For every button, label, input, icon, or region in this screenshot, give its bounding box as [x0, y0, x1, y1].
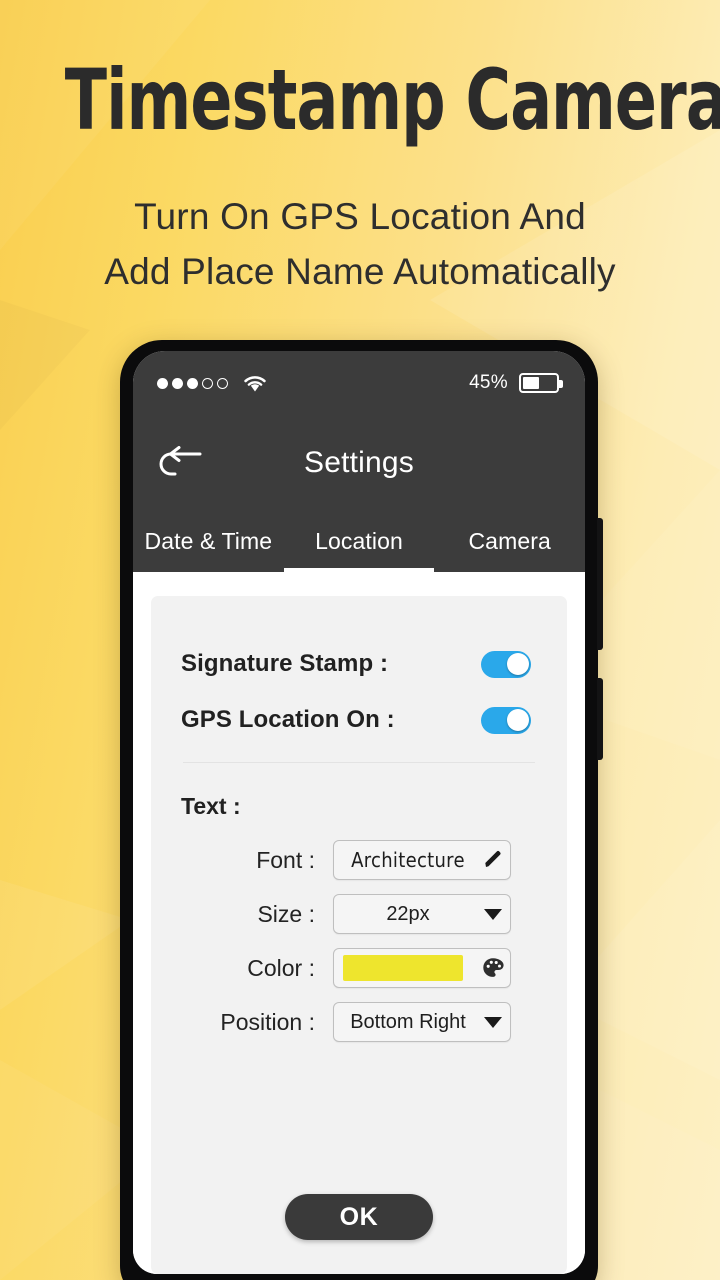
signal-strength-icon — [157, 377, 228, 389]
font-label: Font : — [256, 846, 315, 873]
size-dropdown[interactable]: 22px — [333, 894, 511, 934]
size-value: 22px — [386, 902, 430, 925]
tab-indicator — [133, 568, 284, 572]
battery-icon — [519, 373, 563, 393]
signature-stamp-label: Signature Stamp : — [181, 650, 389, 677]
row-gps-location: GPS Location On : — [181, 692, 537, 748]
chevron-down-icon — [476, 1016, 510, 1028]
gps-location-label: GPS Location On : — [181, 706, 395, 733]
phone-power-button[interactable] — [597, 678, 603, 760]
promo-subtitle-line-2: Add Place Name Automatically — [104, 251, 616, 292]
row-position: Position : Bottom Right — [181, 1002, 537, 1042]
tab-date-and-time[interactable]: Date & Time — [133, 510, 284, 572]
position-value: Bottom Right — [350, 1010, 466, 1033]
row-signature-stamp: Signature Stamp : — [181, 636, 537, 692]
font-picker[interactable]: Architecture — [333, 840, 511, 880]
settings-card: Signature Stamp : GPS Location On : Text… — [151, 596, 567, 1274]
row-font: Font : Architecture — [181, 840, 537, 880]
gps-location-toggle[interactable] — [481, 706, 531, 734]
row-color: Color : — [181, 948, 537, 988]
ok-button[interactable]: OK — [285, 1194, 433, 1240]
battery-percent-label: 45% — [469, 372, 508, 393]
text-section-label: Text : — [181, 793, 241, 819]
tab-label: Location — [315, 527, 403, 554]
app-bar: Settings — [133, 415, 585, 510]
phone-mockup: 45% Settings Date & Time Location Camera… — [120, 340, 603, 1280]
phone-volume-button[interactable] — [597, 518, 603, 650]
tab-indicator-active — [283, 568, 435, 572]
color-picker[interactable] — [333, 948, 511, 988]
tab-indicator — [434, 568, 585, 572]
page-title: Timestamp Camera — [64, 51, 720, 149]
position-dropdown[interactable]: Bottom Right — [333, 1002, 511, 1042]
promo-subtitle-line-1: Turn On GPS Location And — [134, 196, 586, 237]
row-size: Size : 22px — [181, 894, 537, 934]
size-label: Size : — [257, 900, 315, 927]
color-swatch[interactable] — [343, 955, 463, 981]
status-bar: 45% — [133, 351, 585, 415]
chevron-down-icon — [476, 908, 510, 920]
color-label: Color : — [247, 954, 315, 981]
wifi-icon — [244, 376, 266, 392]
settings-body: Signature Stamp : GPS Location On : Text… — [133, 572, 585, 1274]
phone-screen: 45% Settings Date & Time Location Camera… — [133, 351, 585, 1274]
ok-button-area: OK — [181, 1194, 537, 1274]
tab-label: Date & Time — [144, 527, 273, 554]
position-label: Position : — [220, 1008, 315, 1035]
promo-screenshot: Timestamp Camera Turn On GPS Location An… — [0, 0, 720, 1280]
tab-label: Camera — [468, 527, 551, 554]
tab-location[interactable]: Location — [283, 510, 435, 572]
tab-bar: Date & Time Location Camera — [133, 510, 585, 572]
tab-camera[interactable]: Camera — [434, 510, 585, 572]
section-divider — [183, 762, 535, 763]
signature-stamp-toggle[interactable] — [481, 650, 531, 678]
back-arrow-icon — [159, 445, 202, 475]
palette-icon — [476, 957, 510, 979]
back-button[interactable] — [155, 440, 207, 486]
font-value: Architecture — [351, 848, 465, 872]
pencil-icon — [476, 850, 510, 870]
